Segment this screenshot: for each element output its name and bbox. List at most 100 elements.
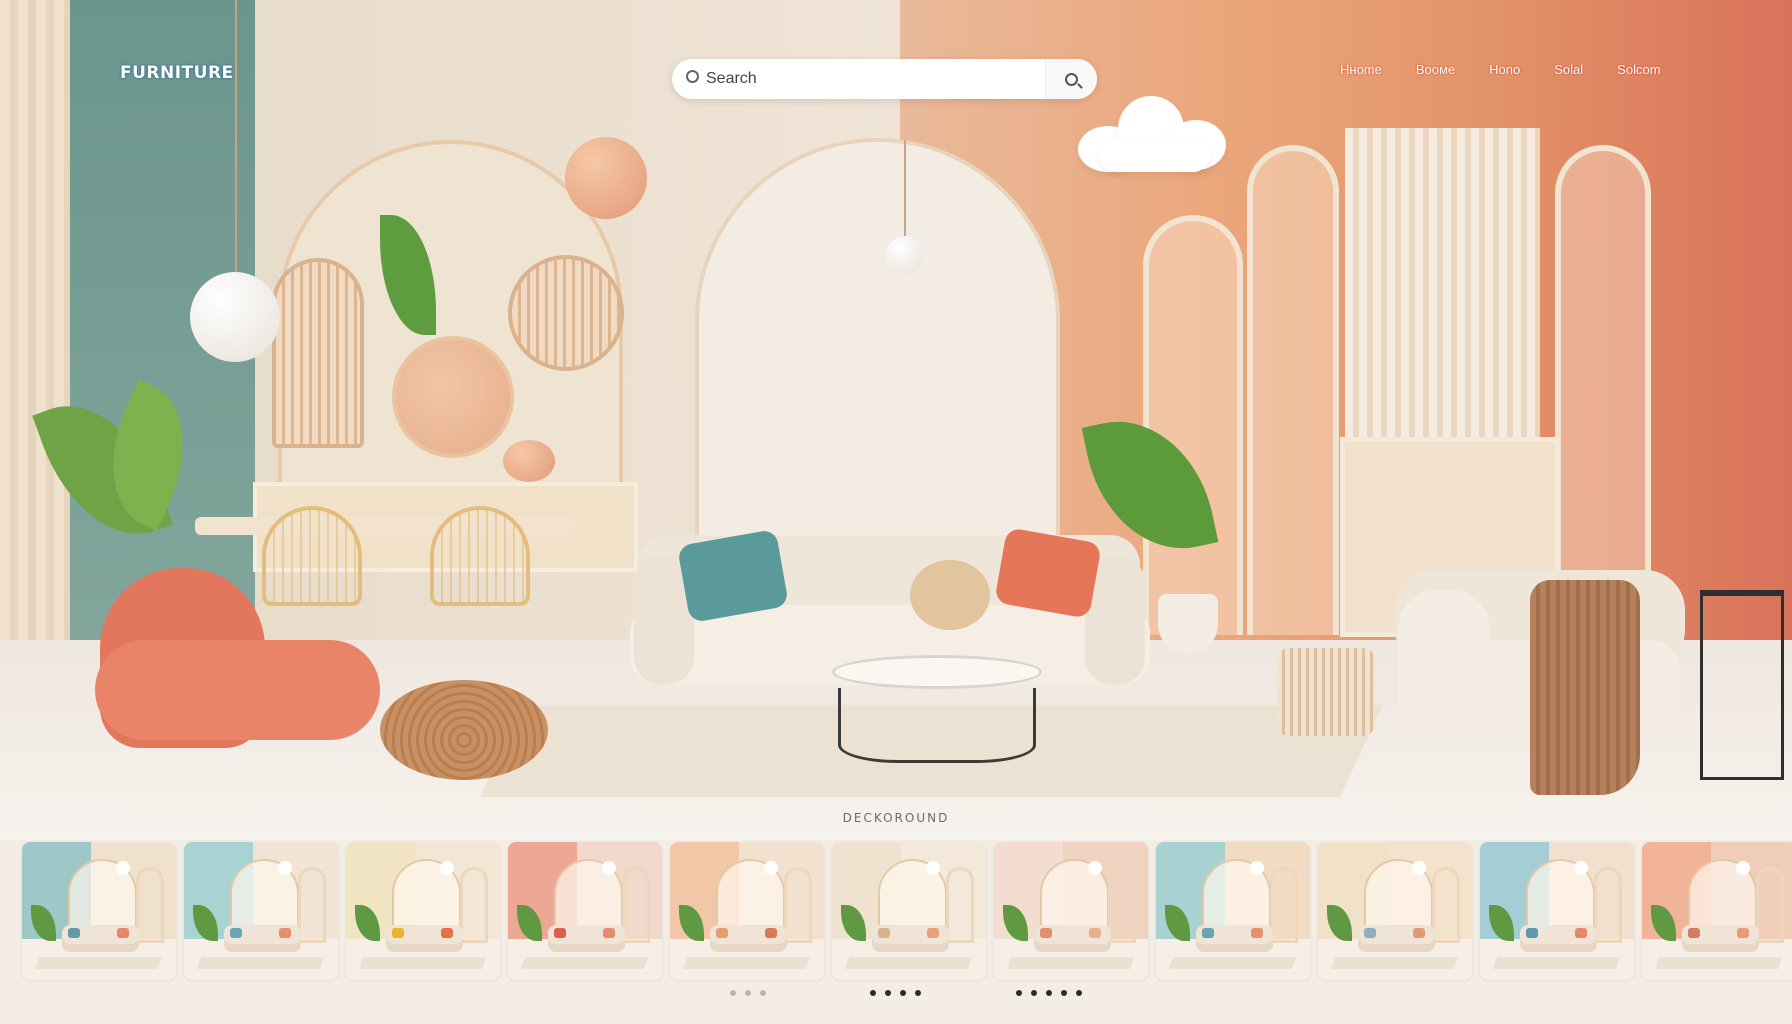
thumbnail-part [1655,956,1783,969]
thumbnail-part [135,866,164,943]
thumbnail-living-room-blush[interactable] [994,842,1148,980]
thumbnail-part [621,866,650,943]
nav-link-2[interactable]: Booмe [1416,62,1455,77]
dried-flowers [910,560,990,630]
thumbnail-part [554,927,567,938]
thumbnail-part [1089,927,1102,938]
thumbnail-living-room-coral[interactable] [508,842,662,980]
arched-shelf-1 [1143,215,1243,635]
thumbnail-part [1251,927,1264,938]
search-input[interactable] [672,59,1045,99]
thumbnail-part [1040,927,1053,938]
slatted-panel [1345,128,1540,438]
section-label: DECKOROUND [842,811,950,825]
round-rattan-mirror [508,255,624,371]
thumbnail-part [117,927,130,938]
pagination-dot[interactable] [915,990,921,996]
nav-link-3[interactable]: Hono [1489,62,1520,77]
wire-chair-1 [262,506,362,606]
thumbnail-part [1593,866,1622,943]
thumbnail-part [1169,956,1297,969]
thumbnail-part [1007,956,1135,969]
knit-pouf [380,680,548,780]
coral-pillow [994,527,1102,619]
thumbnail-part [441,927,454,938]
pagination-dots-c [1016,990,1082,996]
thumbnail-living-room-cream[interactable] [1318,842,1472,980]
thumbnail-part [279,927,292,938]
rattan-stool [1277,648,1375,736]
pagination-dots-a [730,990,766,996]
thumbnail-part [521,956,649,969]
thumbnail-part [359,956,487,969]
pendant-cord [904,140,906,236]
coffee-table-base [838,688,1036,763]
thumbnail-part [603,927,616,938]
thumbnail-part [683,956,811,969]
nav-link-1[interactable]: Hнome [1340,62,1382,77]
arched-shelf-2 [1247,145,1339,635]
pagination-dot[interactable] [760,990,766,996]
thumbnail-living-room-mint[interactable] [184,842,338,980]
thumbnail-part [1755,866,1784,943]
decor-sphere [503,440,555,482]
search-bar [672,59,1097,99]
side-table-right [1700,590,1784,780]
thumbnail-living-room-yellow[interactable] [346,842,500,980]
nav-link-5[interactable]: Solcom [1617,62,1660,77]
thumbnail-part [927,927,940,938]
plant-pot [1158,594,1218,654]
thumbnail-part [459,866,488,943]
thumbnail-living-room-aqua[interactable] [1156,842,1310,980]
pendant-lamp-center [886,236,924,274]
thumbnail-part [1431,866,1460,943]
pagination-dots-b [870,990,921,996]
thumbnail-part [716,927,729,938]
thumbnail-living-room-sand[interactable] [832,842,986,980]
top-nav: Hнome Booмe Hono Solal Solcom [1340,62,1661,77]
pagination-dot[interactable] [870,990,876,996]
thumbnail-part [783,866,812,943]
arched-shelf-3 [1555,145,1651,575]
pagination-dot[interactable] [745,990,751,996]
thumbnail-part [297,866,326,943]
pendant-cord [235,0,237,272]
thumbnail-part [1575,927,1588,938]
search-icon [686,70,699,83]
wire-chair-2 [430,506,530,606]
rattan-cabinet [272,258,364,448]
pagination-dot[interactable] [900,990,906,996]
thumbnail-part [1202,927,1215,938]
brand-logo[interactable]: FURNITURE [120,63,234,83]
thumbnail-part [765,927,778,938]
thumbnail-living-room-teal[interactable] [22,842,176,980]
center-arch [695,138,1060,538]
thumbnail-part [230,927,243,938]
pagination-dot[interactable] [1031,990,1037,996]
thumbnail-part [945,866,974,943]
pagination-dot[interactable] [1061,990,1067,996]
search-button[interactable] [1045,59,1097,99]
thumbnail-living-room-sky[interactable] [1480,842,1634,980]
thumbnail-part [1331,956,1459,969]
thumbnail-part [35,956,163,969]
round-mirror [392,336,514,458]
nav-link-4[interactable]: Solal [1554,62,1583,77]
pagination-dot[interactable] [730,990,736,996]
pagination-dot[interactable] [1016,990,1022,996]
thumbnail-living-room-peach[interactable] [670,842,824,980]
thumbnail-living-room-terracotta[interactable] [1642,842,1792,980]
thumbnail-part [1107,866,1136,943]
magnifier-icon [1065,72,1078,86]
wall-sphere [565,137,647,219]
thumbnail-part [1364,927,1377,938]
curtain [0,0,70,670]
thumbnail-part [68,927,81,938]
thumbnail-part [1269,866,1298,943]
thumbnail-part [1413,927,1426,938]
pagination-dot[interactable] [885,990,891,996]
pagination-dot[interactable] [1046,990,1052,996]
pagination-dot[interactable] [1076,990,1082,996]
thumbnail-part [1493,956,1621,969]
coffee-table-top [832,655,1042,689]
